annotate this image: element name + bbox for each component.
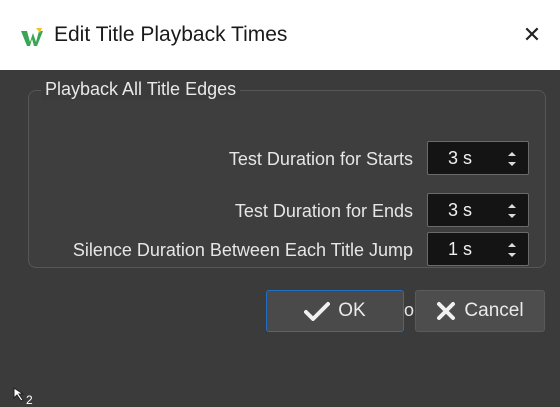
ok-button[interactable]: OK <box>266 290 404 332</box>
playback-edges-group: Playback All Title Edges Test Duration f… <box>28 79 546 268</box>
x-icon[interactable] <box>436 301 456 321</box>
dialog-content: Playback All Title Edges Test Duration f… <box>0 70 560 407</box>
cancel-button[interactable]: Cancel <box>415 290 545 332</box>
ends-duration-value[interactable]: 3 s <box>448 194 472 226</box>
cancel-label[interactable]: Cancel <box>464 300 523 322</box>
silence-duration-value[interactable]: 1 s <box>448 233 472 265</box>
starts-duration-spinbox[interactable]: 3 s <box>427 141 529 175</box>
close-button[interactable]: ✕ <box>510 14 554 56</box>
checkmark-icon[interactable] <box>304 301 331 321</box>
close-icon[interactable]: ✕ <box>523 22 541 48</box>
group-legend: Playback All Title Edges <box>41 79 241 100</box>
silence-duration-label: Silence Duration Between Each Title Jump <box>72 240 413 260</box>
silence-duration-spinbox[interactable]: 1 s <box>427 232 529 266</box>
resize-grip-icon[interactable]: 2 <box>12 386 36 406</box>
starts-duration-label: Test Duration for Starts <box>228 149 413 169</box>
title-bar: Edit Title Playback Times ✕ <box>0 0 560 70</box>
spin-arrows-icon[interactable] <box>506 149 518 169</box>
window-title: Edit Title Playback Times <box>54 23 288 46</box>
ok-label[interactable]: OK <box>338 300 365 322</box>
starts-duration-value[interactable]: 3 s <box>448 142 472 174</box>
spin-arrows-icon[interactable] <box>506 201 518 221</box>
ends-duration-spinbox[interactable]: 3 s <box>427 193 529 227</box>
ends-duration-label: Test Duration for Ends <box>234 201 413 221</box>
svg-text:2: 2 <box>26 393 33 406</box>
app-logo-icon <box>21 28 43 46</box>
spin-arrows-icon[interactable] <box>506 240 518 260</box>
